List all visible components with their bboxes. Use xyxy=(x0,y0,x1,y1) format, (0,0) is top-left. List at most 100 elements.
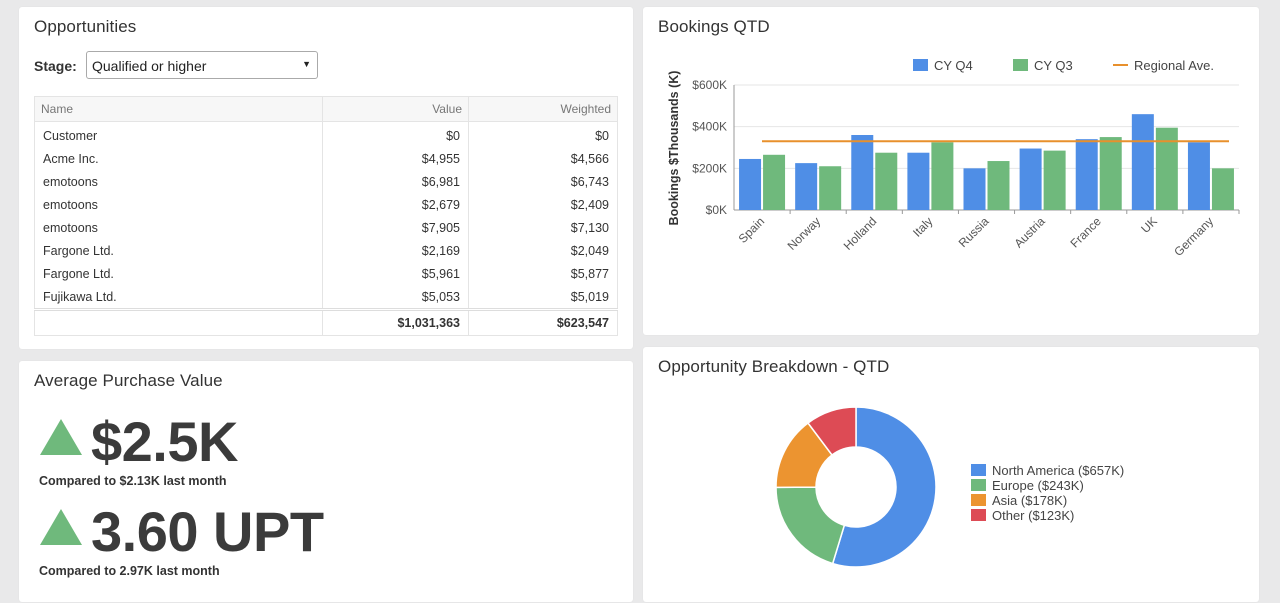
bar-cy-q4 xyxy=(851,135,874,210)
cell-value: $6,981 xyxy=(322,170,469,193)
y-tick-label: $200K xyxy=(692,161,727,175)
table-total-row: $1,031,363 $623,547 xyxy=(34,308,618,336)
column-header-value[interactable]: Value xyxy=(322,96,469,122)
legend-label: CY Q4 xyxy=(934,58,973,73)
bar-cy-q4 xyxy=(907,152,930,210)
table-row[interactable]: Fargone Ltd. $2,169 $2,049 xyxy=(34,239,618,262)
x-tick-label: Norway xyxy=(785,214,824,253)
cell-weighted: $0 xyxy=(468,121,618,147)
table-row[interactable]: Customer $0 $0 xyxy=(34,121,618,147)
legend-swatch xyxy=(1013,59,1028,71)
bookings-bar-chart: $0K $200K $400K $600K Bookings $Thousands (K… xyxy=(667,58,1240,259)
bar-cy-q4 xyxy=(1075,139,1098,210)
cell-weighted: $7,130 xyxy=(468,216,618,239)
column-header-weighted[interactable]: Weighted xyxy=(468,96,618,122)
cell-name: Customer xyxy=(34,121,323,147)
trend-up-icon xyxy=(40,419,82,455)
cell-name: emotoons xyxy=(34,170,323,193)
cell-weighted: $6,743 xyxy=(468,170,618,193)
table-row[interactable]: emotoons $2,679 $2,409 xyxy=(34,193,618,216)
donut-slice xyxy=(775,486,846,565)
legend-swatch xyxy=(971,464,986,476)
legend-label: Other ($123K) xyxy=(992,508,1074,523)
x-tick-label: Russia xyxy=(956,214,992,250)
legend-label: Asia ($178K) xyxy=(992,493,1067,508)
table-row[interactable]: Fargone Ltd. $5,961 $5,877 xyxy=(34,262,618,285)
cell-name: Fargone Ltd. xyxy=(34,262,323,285)
kpi-average-value: $2.5K xyxy=(91,410,238,473)
bar-cy-q3 xyxy=(1155,127,1178,210)
bar-cy-q3 xyxy=(987,161,1010,210)
x-tick-label: Austria xyxy=(1011,214,1048,251)
x-tick-label: Spain xyxy=(736,214,768,246)
trend-up-icon xyxy=(40,509,82,545)
breakdown-panel: Opportunity Breakdown - QTD North Americ… xyxy=(643,347,1259,602)
bar-cy-q3 xyxy=(763,154,786,210)
stage-dropdown-value: Qualified or higher xyxy=(92,58,207,74)
cell-name: Acme Inc. xyxy=(34,147,323,170)
x-tick-label: Italy xyxy=(910,214,935,239)
bar-cy-q4 xyxy=(1187,142,1210,210)
bar-cy-q3 xyxy=(1099,137,1122,210)
cell-weighted: $2,049 xyxy=(468,239,618,262)
table-row[interactable]: emotoons $6,981 $6,743 xyxy=(34,170,618,193)
x-tick-label: Holland xyxy=(841,214,880,253)
stage-label: Stage: xyxy=(34,58,77,74)
x-tick-label: UK xyxy=(1138,214,1160,236)
cell-value: $4,955 xyxy=(322,147,469,170)
legend-swatch xyxy=(971,479,986,491)
legend-label: North America ($657K) xyxy=(992,463,1124,478)
bar-cy-q3 xyxy=(875,152,898,210)
legend-swatch xyxy=(913,59,928,71)
opportunities-table: Name Value Weighted Customer $0 $0 Acme Inc… xyxy=(34,96,618,336)
y-tick-label: $600K xyxy=(692,78,727,92)
dropdown-arrow-icon: ▼ xyxy=(302,59,311,69)
table-header-row: Name Value Weighted xyxy=(34,96,618,122)
bar-cy-q3 xyxy=(931,142,954,210)
x-tick-label: Germany xyxy=(1171,214,1216,259)
breakdown-donut-chart: North America ($657K)Europe ($243K)Asia … xyxy=(775,406,1124,568)
y-axis-label: Bookings $Thousands (K) xyxy=(667,71,681,226)
bar-cy-q3 xyxy=(819,166,842,210)
opportunities-panel: Opportunities Stage: Qualified or higher… xyxy=(19,7,633,349)
column-header-name[interactable]: Name xyxy=(34,96,323,122)
total-weighted: $623,547 xyxy=(468,308,618,336)
average-purchase-title: Average Purchase Value xyxy=(34,371,223,390)
cell-name: emotoons xyxy=(34,216,323,239)
cell-weighted: $2,409 xyxy=(468,193,618,216)
bookings-panel: Bookings QTD $0K $200K $400K $600K Bookings … xyxy=(643,7,1259,335)
cell-name: Fargone Ltd. xyxy=(34,239,323,262)
cell-value: $5,961 xyxy=(322,262,469,285)
cell-weighted: $5,877 xyxy=(468,262,618,285)
bar-cy-q4 xyxy=(1131,114,1154,210)
cell-value: $2,169 xyxy=(322,239,469,262)
legend-swatch xyxy=(971,509,986,521)
bar-cy-q4 xyxy=(963,168,986,210)
y-tick-label: $400K xyxy=(692,120,727,134)
legend-label: Europe ($243K) xyxy=(992,478,1084,493)
bar-cy-q4 xyxy=(795,163,818,210)
y-tick-label: $0K xyxy=(706,203,727,217)
cell-weighted: $4,566 xyxy=(468,147,618,170)
total-value: $1,031,363 xyxy=(322,308,469,336)
total-label xyxy=(34,308,323,336)
cell-value: $0 xyxy=(322,121,469,147)
bar-cy-q4 xyxy=(1019,148,1042,210)
cell-value: $2,679 xyxy=(322,193,469,216)
kpi-upt-comparison: Compared to 2.97K last month xyxy=(39,564,220,578)
table-row[interactable]: Fujikawa Ltd. $5,053 $5,019 xyxy=(34,285,618,310)
bar-cy-q3 xyxy=(1211,168,1234,210)
kpi-average-comparison: Compared to $2.13K last month xyxy=(39,474,227,488)
legend-label: CY Q3 xyxy=(1034,58,1073,73)
average-purchase-panel: Average Purchase Value $2.5K Compared to… xyxy=(19,361,633,602)
table-row[interactable]: Acme Inc. $4,955 $4,566 xyxy=(34,147,618,170)
x-tick-label: France xyxy=(1068,214,1105,251)
stage-dropdown[interactable]: Qualified or higher ▼ xyxy=(86,51,318,79)
legend-swatch xyxy=(971,494,986,506)
cell-name: Fujikawa Ltd. xyxy=(34,285,323,310)
table-row[interactable]: emotoons $7,905 $7,130 xyxy=(34,216,618,239)
cell-value: $7,905 xyxy=(322,216,469,239)
cell-weighted: $5,019 xyxy=(468,285,618,310)
kpi-upt-value: 3.60 UPT xyxy=(91,500,324,563)
cell-value: $5,053 xyxy=(322,285,469,310)
